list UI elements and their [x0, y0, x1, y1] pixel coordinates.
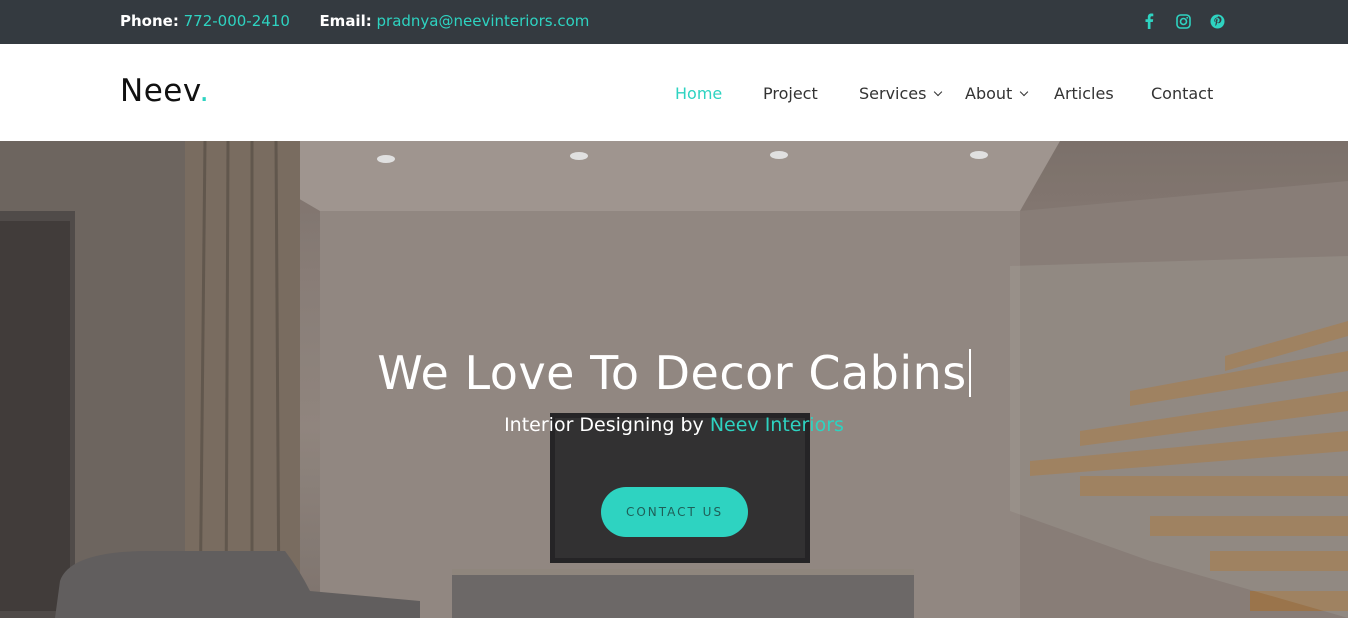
instagram-icon[interactable]	[1174, 12, 1192, 30]
chevron-down-icon	[934, 87, 943, 96]
nav-about[interactable]: About	[965, 84, 1029, 103]
social-links	[1140, 12, 1226, 30]
nav-articles[interactable]: Articles	[1054, 84, 1114, 103]
site-logo[interactable]: Neev.	[120, 73, 210, 109]
nav-project[interactable]: Project	[763, 84, 818, 103]
facebook-icon[interactable]	[1140, 12, 1158, 30]
top-contact-bar: Phone: 772-000-2410 Email: pradnya@neevi…	[0, 0, 1348, 44]
nav-contact[interactable]: Contact	[1151, 84, 1213, 103]
nav-services[interactable]: Services	[859, 84, 943, 103]
email-link[interactable]: pradnya@neevinteriors.com	[377, 12, 590, 30]
phone-link[interactable]: 772-000-2410	[184, 12, 290, 30]
hero-subtitle: Interior Designing by Neev Interiors	[504, 414, 844, 436]
chevron-down-icon	[1020, 87, 1029, 96]
email-label: Email:	[319, 12, 372, 30]
contact-info: Phone: 772-000-2410 Email: pradnya@neevi…	[120, 12, 589, 30]
hero-brand-name: Neev Interiors	[709, 414, 844, 436]
pinterest-icon[interactable]	[1208, 12, 1226, 30]
phone-label: Phone:	[120, 12, 179, 30]
nav-home[interactable]: Home	[675, 84, 722, 103]
hero-banner: We Love To Decor Cabins Interior Designi…	[0, 141, 1348, 618]
typing-caret	[968, 349, 971, 397]
contact-us-button[interactable]: CONTACT US	[601, 487, 748, 537]
hero-title: We Love To Decor Cabins	[0, 346, 1348, 400]
main-navbar: Neev. Home Project Services About Articl…	[0, 44, 1348, 141]
